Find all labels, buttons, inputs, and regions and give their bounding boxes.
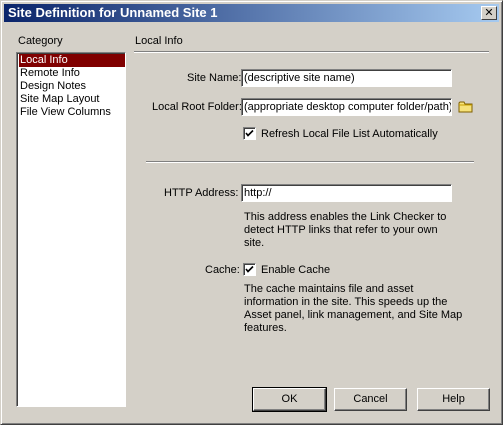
refresh-checkbox[interactable] <box>243 127 256 140</box>
title-bar[interactable]: Site Definition for Unnamed Site 1 ✕ <box>4 4 499 22</box>
category-item-remote-info[interactable]: Remote Info <box>19 67 125 80</box>
cache-label: Cache: <box>205 264 240 276</box>
close-icon[interactable]: ✕ <box>481 6 497 20</box>
cache-description-line: features. <box>244 322 287 334</box>
local-root-folder-input[interactable]: (appropriate desktop computer folder/pat… <box>241 98 452 116</box>
cache-description-line: Asset panel, link management, and Site M… <box>244 309 463 321</box>
panel-heading-divider <box>134 51 489 53</box>
http-description-line: detect HTTP links that refer to your own <box>244 224 438 236</box>
category-item-design-notes[interactable]: Design Notes <box>19 80 125 93</box>
local-root-folder-label: Local Root Folder: <box>152 101 242 113</box>
folder-icon[interactable] <box>458 100 474 114</box>
site-definition-dialog: Site Definition for Unnamed Site 1 ✕ Cat… <box>0 0 503 425</box>
help-button[interactable]: Help <box>417 388 490 411</box>
cancel-button[interactable]: Cancel <box>334 388 407 411</box>
http-description-line: site. <box>244 237 265 249</box>
ok-button[interactable]: OK <box>252 387 327 412</box>
category-item-local-info[interactable]: Local Info <box>19 54 125 67</box>
http-address-label: HTTP Address: <box>164 187 239 199</box>
enable-cache-label[interactable]: Enable Cache <box>261 264 330 277</box>
http-address-description: This address enables the Link Checker to… <box>244 211 446 250</box>
window-title: Site Definition for Unnamed Site 1 <box>8 5 218 20</box>
http-address-input[interactable]: http:// <box>241 184 452 202</box>
cache-description: The cache maintains file and asset infor… <box>244 283 462 335</box>
panel-heading: Local Info <box>135 35 183 47</box>
section-divider <box>146 161 474 163</box>
category-list[interactable]: Local Info Remote Info Design Notes Site… <box>16 52 126 407</box>
site-name-label: Site Name: <box>187 72 242 84</box>
cache-description-line: The cache maintains file and asset <box>244 283 414 295</box>
enable-cache-checkbox[interactable] <box>243 263 256 276</box>
site-name-input[interactable]: (descriptive site name) <box>241 69 452 87</box>
category-heading: Category <box>18 35 63 47</box>
category-item-file-view-columns[interactable]: File View Columns <box>19 106 125 119</box>
cache-description-line: information in the site. This speeds up … <box>244 296 448 308</box>
refresh-checkbox-label[interactable]: Refresh Local File List Automatically <box>261 128 438 141</box>
http-description-line: This address enables the Link Checker to <box>244 211 447 223</box>
category-item-site-map-layout[interactable]: Site Map Layout <box>19 93 125 106</box>
